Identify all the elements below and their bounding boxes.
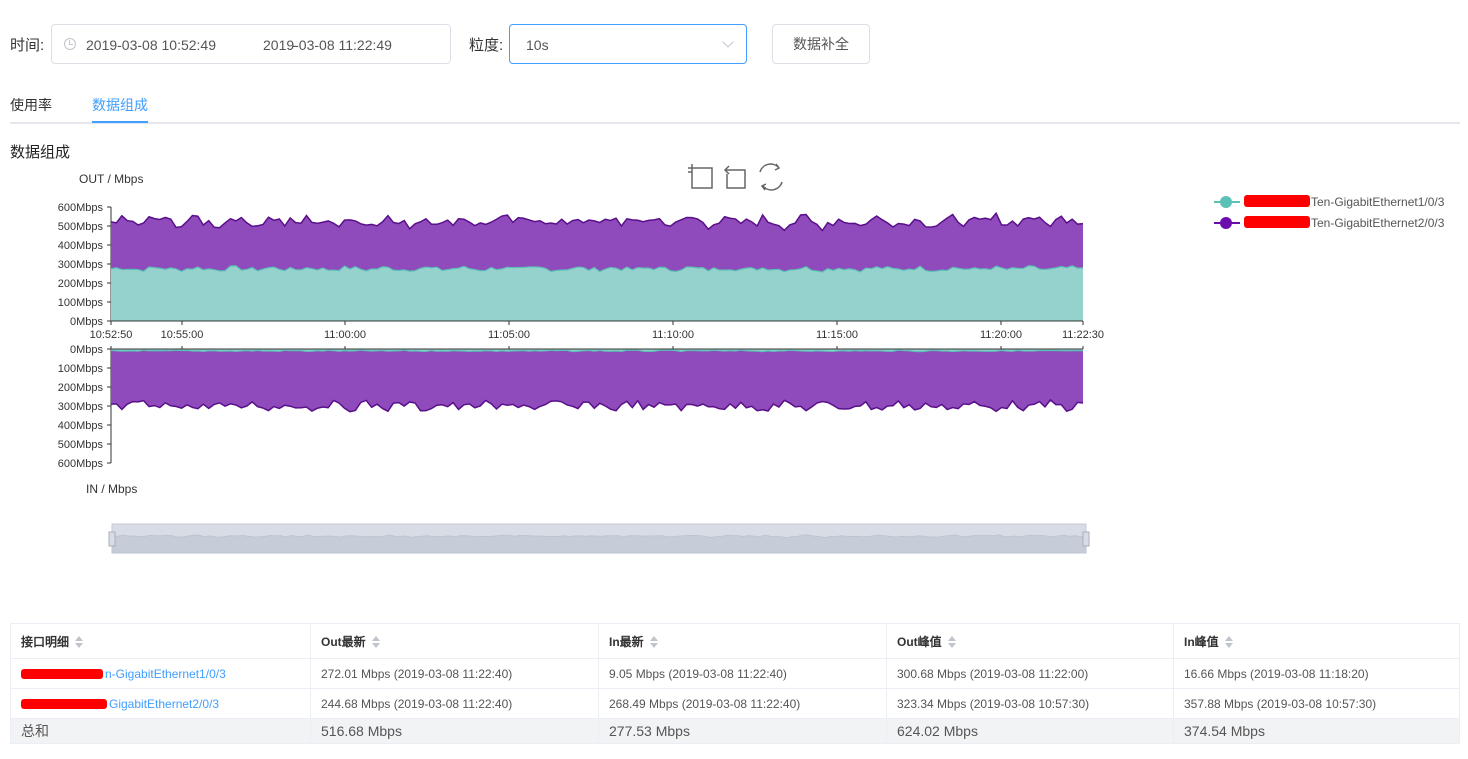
- total-row: 总和 516.68 Mbps 277.53 Mbps 624.02 Mbps 3…: [10, 718, 1460, 744]
- in-latest-cell: 9.05 Mbps (2019-03-08 11:22:40): [598, 658, 887, 689]
- y-tick-label: 200Mbps: [58, 278, 104, 290]
- y-tick-label: 600Mbps: [58, 458, 104, 470]
- y-tick-label: 600Mbps: [58, 202, 104, 214]
- y-tick-label: 0Mbps: [70, 344, 104, 356]
- redaction-mark: [21, 668, 103, 679]
- zoom-select-icon[interactable]: [688, 164, 713, 189]
- table-header-row: 接口明细 Out最新 In最新 Out峰值 In峰值: [10, 623, 1460, 659]
- traffic-chart: 600Mbps 500Mbps 400Mbps 300Mbps 200Mbps 100Mb…: [58, 163, 1104, 554]
- col-out-latest[interactable]: Out最新: [310, 623, 599, 659]
- interface-cell[interactable]: n-GigabitEthernet1/0/3: [10, 658, 311, 689]
- restore-icon[interactable]: [759, 163, 783, 191]
- sort-icon[interactable]: [947, 635, 956, 648]
- redaction-mark: [21, 698, 107, 709]
- interface-link[interactable]: n-GigabitEthernet1/0/3: [105, 667, 226, 681]
- sort-icon[interactable]: [371, 635, 380, 648]
- y-tick-label: 200Mbps: [58, 382, 104, 394]
- y-tick-label: 500Mbps: [58, 439, 104, 451]
- y-tick-label: 0Mbps: [70, 316, 104, 328]
- x-tick-label: 11:10:00: [652, 329, 694, 341]
- out-axis-label: OUT / Mbps: [79, 172, 143, 186]
- total-in-peak: 374.54 Mbps: [1173, 718, 1460, 744]
- x-tick-label: 10:55:00: [161, 329, 204, 341]
- interface-cell[interactable]: GigabitEthernet2/0/3: [10, 688, 311, 719]
- out-latest-cell: 244.68 Mbps (2019-03-08 11:22:40): [310, 688, 599, 719]
- table-row: n-GigabitEthernet1/0/3 272.01 Mbps (2019…: [10, 658, 1460, 689]
- y-tick-label: 500Mbps: [58, 221, 104, 233]
- col-in-latest[interactable]: In最新: [598, 623, 887, 659]
- slider-handle-right[interactable]: [1082, 531, 1090, 547]
- total-label: 总和: [10, 718, 311, 744]
- total-out-latest: 516.68 Mbps: [310, 718, 599, 744]
- col-interface[interactable]: 接口明细: [10, 623, 311, 659]
- table-row: GigabitEthernet2/0/3 244.68 Mbps (2019-0…: [10, 688, 1460, 719]
- out-peak-cell: 323.34 Mbps (2019-03-08 10:57:30): [886, 688, 1174, 719]
- y-tick-label: 400Mbps: [58, 240, 104, 252]
- slider-handle-left[interactable]: [108, 531, 116, 547]
- sort-icon[interactable]: [649, 635, 658, 648]
- in-peak-cell: 16.66 Mbps (2019-03-08 11:18:20): [1173, 658, 1460, 689]
- in-axis-label: IN / Mbps: [86, 482, 137, 496]
- series-area-eth2: [111, 350, 1083, 412]
- sort-icon[interactable]: [75, 635, 84, 648]
- out-peak-cell: 300.68 Mbps (2019-03-08 11:22:00): [886, 658, 1174, 689]
- in-latest-cell: 268.49 Mbps (2019-03-08 11:22:40): [598, 688, 887, 719]
- x-tick-label: 11:05:00: [488, 329, 530, 341]
- series-area-eth1: [111, 265, 1083, 321]
- y-tick-label: 400Mbps: [58, 420, 104, 432]
- x-tick-label: 10:52:50: [90, 329, 133, 341]
- out-latest-cell: 272.01 Mbps (2019-03-08 11:22:40): [310, 658, 599, 689]
- col-in-peak[interactable]: In峰值: [1173, 623, 1460, 659]
- data-zoom-slider[interactable]: [108, 523, 1090, 554]
- x-tick-label: 11:20:00: [980, 329, 1022, 341]
- interface-link[interactable]: GigabitEthernet2/0/3: [109, 697, 219, 711]
- y-tick-label: 300Mbps: [58, 259, 104, 271]
- in-peak-cell: 357.88 Mbps (2019-03-08 10:57:30): [1173, 688, 1460, 719]
- col-out-peak[interactable]: Out峰值: [886, 623, 1174, 659]
- x-tick-label: 11:00:00: [324, 329, 366, 341]
- interface-table: 接口明细 Out最新 In最新 Out峰值 In峰值 n-GigabitEthe…: [10, 623, 1460, 744]
- x-tick-label: 11:22:30: [1062, 329, 1104, 341]
- y-tick-label: 300Mbps: [58, 401, 104, 413]
- sort-icon[interactable]: [1224, 635, 1233, 648]
- total-out-peak: 624.02 Mbps: [886, 718, 1174, 744]
- x-tick-label: 11:15:00: [816, 329, 858, 341]
- total-in-latest: 277.53 Mbps: [598, 718, 887, 744]
- y-tick-label: 100Mbps: [58, 363, 104, 375]
- y-tick-label: 100Mbps: [58, 297, 104, 309]
- zoom-reset-icon[interactable]: [723, 165, 746, 189]
